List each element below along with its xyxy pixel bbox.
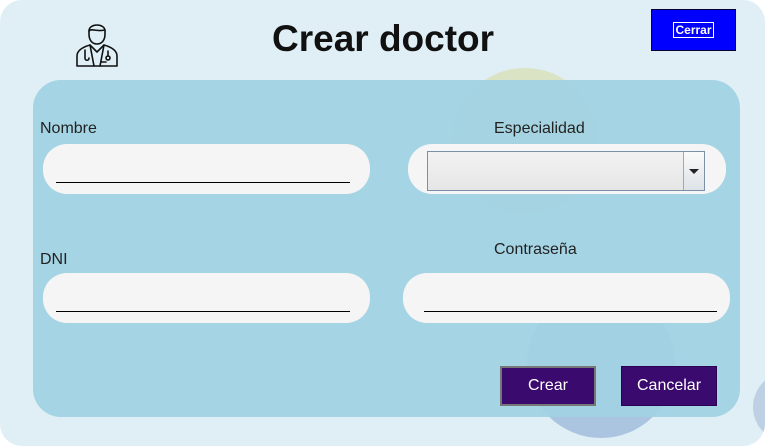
especialidad-select[interactable] bbox=[427, 151, 705, 191]
create-doctor-window: Crear doctor Cerrar Nombre Especialidad … bbox=[0, 0, 765, 446]
page-title: Crear doctor bbox=[272, 18, 495, 59]
close-button[interactable]: Cerrar bbox=[651, 9, 736, 51]
contrasena-label: Contraseña bbox=[494, 241, 577, 258]
especialidad-label: Especialidad bbox=[494, 120, 585, 137]
chevron-down-icon bbox=[689, 168, 699, 174]
dropdown-button[interactable] bbox=[683, 152, 704, 190]
nombre-input[interactable] bbox=[56, 152, 350, 183]
dni-field-container bbox=[43, 273, 370, 323]
doctor-icon bbox=[76, 24, 118, 67]
create-button[interactable]: Crear bbox=[500, 366, 596, 406]
nombre-label: Nombre bbox=[40, 120, 97, 137]
close-button-label: Cerrar bbox=[673, 22, 714, 38]
dni-input[interactable] bbox=[56, 281, 350, 312]
create-button-label: Crear bbox=[527, 377, 568, 394]
dni-label: DNI bbox=[40, 251, 68, 268]
cancel-button[interactable]: Cancelar bbox=[621, 366, 717, 406]
cancel-button-label: Cancelar bbox=[636, 377, 702, 394]
nombre-field-container bbox=[43, 144, 370, 194]
contrasena-input[interactable] bbox=[424, 281, 717, 312]
decorative-circle-blue-small bbox=[753, 372, 765, 442]
contrasena-field-container bbox=[403, 273, 730, 323]
